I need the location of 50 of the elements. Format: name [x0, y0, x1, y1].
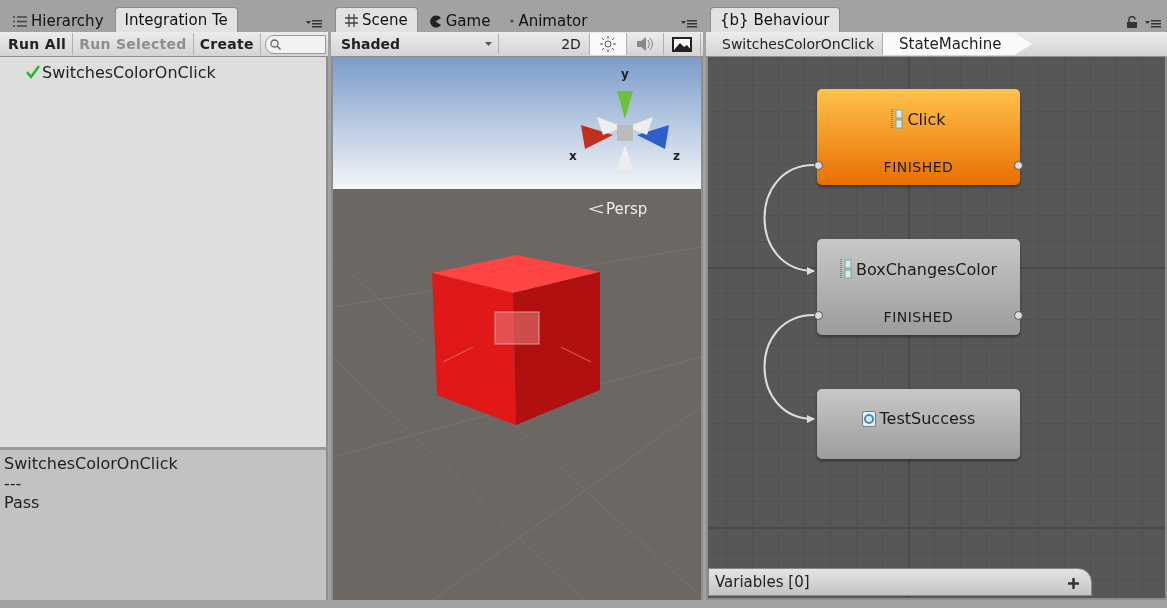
lock-icon[interactable]	[1127, 16, 1137, 28]
panel-tab[interactable]: Integration Te	[114, 7, 238, 32]
state-node[interactable]: Click FINISHED	[817, 89, 1020, 185]
node-title: TestSuccess	[879, 409, 976, 428]
breadcrumb[interactable]: StateMachine	[883, 33, 1033, 55]
port-icon[interactable]	[814, 311, 823, 320]
port-icon[interactable]	[814, 161, 823, 170]
menu-icon[interactable]	[681, 19, 697, 28]
projection-label[interactable]: Persp	[606, 200, 648, 218]
menu-icon[interactable]	[306, 19, 322, 28]
search-field[interactable]	[264, 34, 326, 54]
document-stack-icon	[891, 109, 904, 129]
menu-icon[interactable]	[1145, 19, 1161, 28]
image-icon	[672, 36, 692, 52]
port-icon[interactable]	[1014, 161, 1023, 170]
detail-text: SwitchesColorOnClick	[4, 454, 179, 474]
panel-tab[interactable]: Scene	[335, 7, 418, 32]
event-label: FINISHED	[883, 159, 954, 175]
chevron-icon	[589, 204, 603, 214]
sun-icon	[600, 36, 616, 52]
node-title: BoxChangesColor	[855, 259, 998, 279]
shading-dropdown[interactable]: Shaded	[337, 34, 499, 54]
toolbar-button[interactable]: Create	[193, 33, 261, 55]
node-title: Click	[907, 109, 946, 129]
variables-bar[interactable]: Variables [0]	[708, 568, 1092, 596]
panel-tab[interactable]: Game	[419, 10, 500, 32]
caret-icon	[485, 42, 492, 46]
pacman-icon	[428, 14, 442, 28]
toolbar-button[interactable]: Run All	[2, 33, 74, 55]
script-icon	[861, 410, 876, 427]
panel-tab[interactable]: {b} Behaviour	[710, 7, 840, 32]
test-name[interactable]: SwitchesColorOnClick	[42, 62, 216, 82]
list-icon	[13, 15, 27, 27]
axis-label: y	[621, 67, 629, 81]
hash-icon	[345, 13, 358, 27]
axis-label: x	[569, 149, 577, 163]
state-node[interactable]: TestSuccess	[817, 389, 1020, 459]
detail-text: Pass	[4, 493, 41, 513]
panel-tab[interactable]: Hierarchy	[4, 10, 113, 32]
document-stack-icon	[839, 259, 852, 279]
plus-icon	[1068, 577, 1079, 589]
state-node[interactable]: BoxChangesColor FINISHED	[817, 239, 1020, 335]
detail-text: ---	[4, 473, 23, 493]
port-icon[interactable]	[1014, 311, 1023, 320]
axis-label: z	[673, 149, 680, 163]
panel-tab[interactable]: Animator	[501, 10, 597, 32]
event-label: FINISHED	[883, 309, 954, 325]
search-icon	[269, 38, 281, 50]
dot-icon	[510, 19, 515, 23]
speaker-icon	[635, 36, 655, 52]
